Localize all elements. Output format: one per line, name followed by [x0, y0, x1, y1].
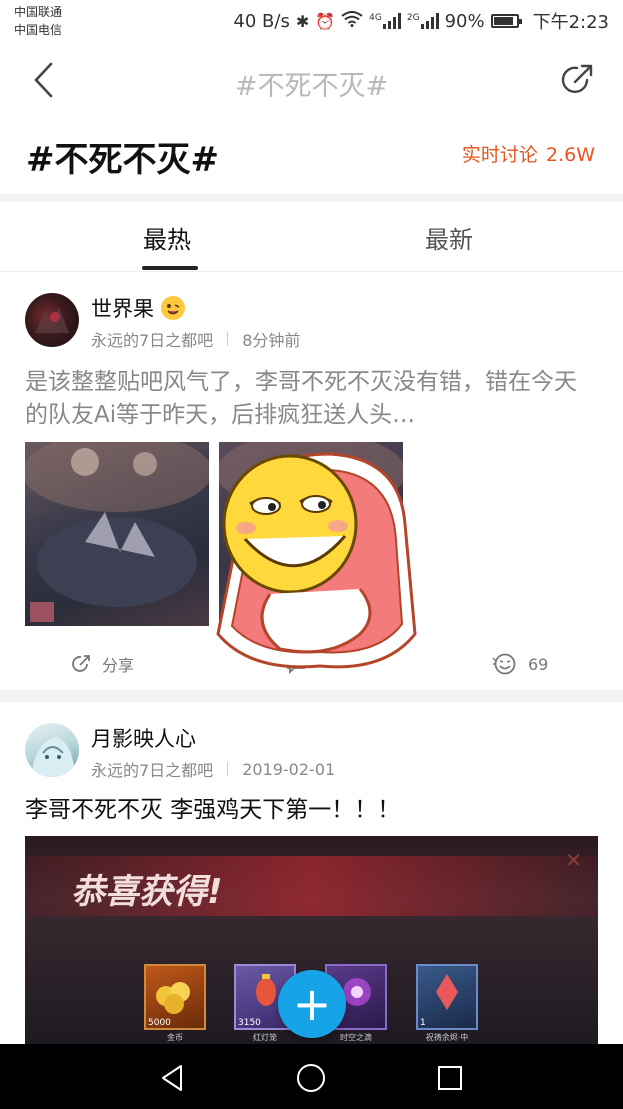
reward-name: 金币: [167, 1033, 183, 1042]
like-button[interactable]: 69: [492, 652, 548, 676]
tab-hot[interactable]: 最热: [143, 220, 191, 255]
post-image-1[interactable]: [25, 442, 209, 626]
carrier-info: 中国联通 中国电信: [14, 3, 62, 39]
signal-2g-label: 2G: [406, 13, 420, 23]
plus-icon: +: [292, 977, 332, 1031]
divider: [0, 690, 623, 702]
like-face-icon: [492, 653, 516, 675]
avatar[interactable]: [25, 293, 79, 347]
battery-percent: 90%: [444, 10, 485, 32]
signal-4g-icon: 4G: [369, 13, 401, 29]
carrier-1: 中国联通: [14, 5, 63, 19]
post-text[interactable]: 李哥不死不灭 李强鸡天下第一！！！: [25, 794, 599, 827]
reward-count: 3150: [238, 1018, 261, 1028]
reward-name: 祝祷余烬·中: [425, 1033, 469, 1042]
signal-4g-label: 4G: [369, 13, 382, 23]
clock: 下午2:23: [532, 12, 609, 33]
create-post-button[interactable]: +: [278, 970, 346, 1038]
topic-title: #不死不灭#: [26, 140, 219, 180]
username[interactable]: 月影映人心: [91, 723, 196, 753]
nav-title: #不死不灭#: [234, 71, 389, 102]
reward-item: 1: [416, 964, 478, 1030]
discussion-stat: 实时讨论 2.6W: [460, 140, 595, 167]
triangle-back-icon: [162, 1065, 182, 1091]
discussion-label: 实时讨论: [461, 144, 538, 166]
image-banner-text: 恭喜获得!: [71, 872, 223, 912]
nav-recents-button[interactable]: [430, 1058, 470, 1098]
post-time: 8分钟前: [242, 331, 301, 350]
close-icon: ✕: [565, 848, 582, 872]
status-bar: 中国联通 中国电信 40 B/s ✱ ⏰ 4G 2G 90% 下午2:23: [0, 0, 623, 44]
network-speed: 40 B/s: [233, 10, 290, 32]
topic-header: #不死不灭# 实时讨论 2.6W: [0, 118, 623, 194]
post-meta: 永远的7日之都吧 8分钟前: [91, 327, 300, 351]
post-text[interactable]: 是该整整贴吧风气了，李哥不死不灭没有错，错在今天的队友Ai等于昨天，后排疯狂送人…: [25, 366, 599, 432]
alarm-icon: ⏰: [315, 11, 336, 31]
reward-item: 5000: [144, 964, 206, 1030]
status-icons: 40 B/s ✱ ⏰ 4G 2G 90% 下午2:23: [233, 8, 609, 34]
share-button[interactable]: 分享: [70, 652, 134, 676]
active-tab-indicator: [142, 266, 198, 270]
carrier-2: 中国电信: [14, 23, 63, 37]
reward-name: 时空之滴: [340, 1033, 372, 1042]
circle-home-icon: [297, 1064, 325, 1092]
reward-count: 5000: [148, 1018, 171, 1028]
discussion-count: 2.6W: [545, 144, 595, 166]
meta-separator: [227, 332, 229, 346]
forum-name[interactable]: 永远的7日之都吧: [91, 327, 213, 351]
wifi-icon: [341, 11, 363, 31]
emoji-icon: [160, 296, 185, 320]
navigation-bar: #不死不灭#: [0, 44, 623, 118]
system-navigation-bar: [0, 1044, 623, 1109]
post-meta: 永远的7日之都吧 2019-02-01: [91, 757, 335, 781]
reward-count: 1: [420, 1018, 426, 1028]
nav-home-button[interactable]: [291, 1058, 331, 1098]
emoji-sticker: [216, 452, 417, 669]
square-recents-icon: [438, 1066, 462, 1090]
reward-name: 红灯笼: [253, 1033, 277, 1042]
divider: [0, 194, 623, 202]
share-label: 分享: [102, 656, 135, 675]
meta-separator: [227, 762, 229, 776]
username-text: 世界果: [91, 297, 154, 321]
avatar[interactable]: [25, 723, 79, 777]
bluetooth-icon: ✱: [295, 11, 310, 31]
username[interactable]: 世界果: [91, 293, 185, 323]
share-icon: [72, 655, 90, 672]
battery-icon: [490, 14, 522, 28]
tab-latest[interactable]: 最新: [425, 220, 473, 255]
post-time: 2019-02-01: [242, 759, 336, 779]
nav-back-button[interactable]: [152, 1058, 192, 1098]
like-count: 69: [528, 654, 549, 674]
forum-name[interactable]: 永远的7日之都吧: [91, 757, 213, 781]
share-icon[interactable]: [557, 60, 597, 100]
signal-2g-icon: 2G: [407, 13, 439, 29]
tab-bar: 最热 最新: [0, 202, 623, 272]
